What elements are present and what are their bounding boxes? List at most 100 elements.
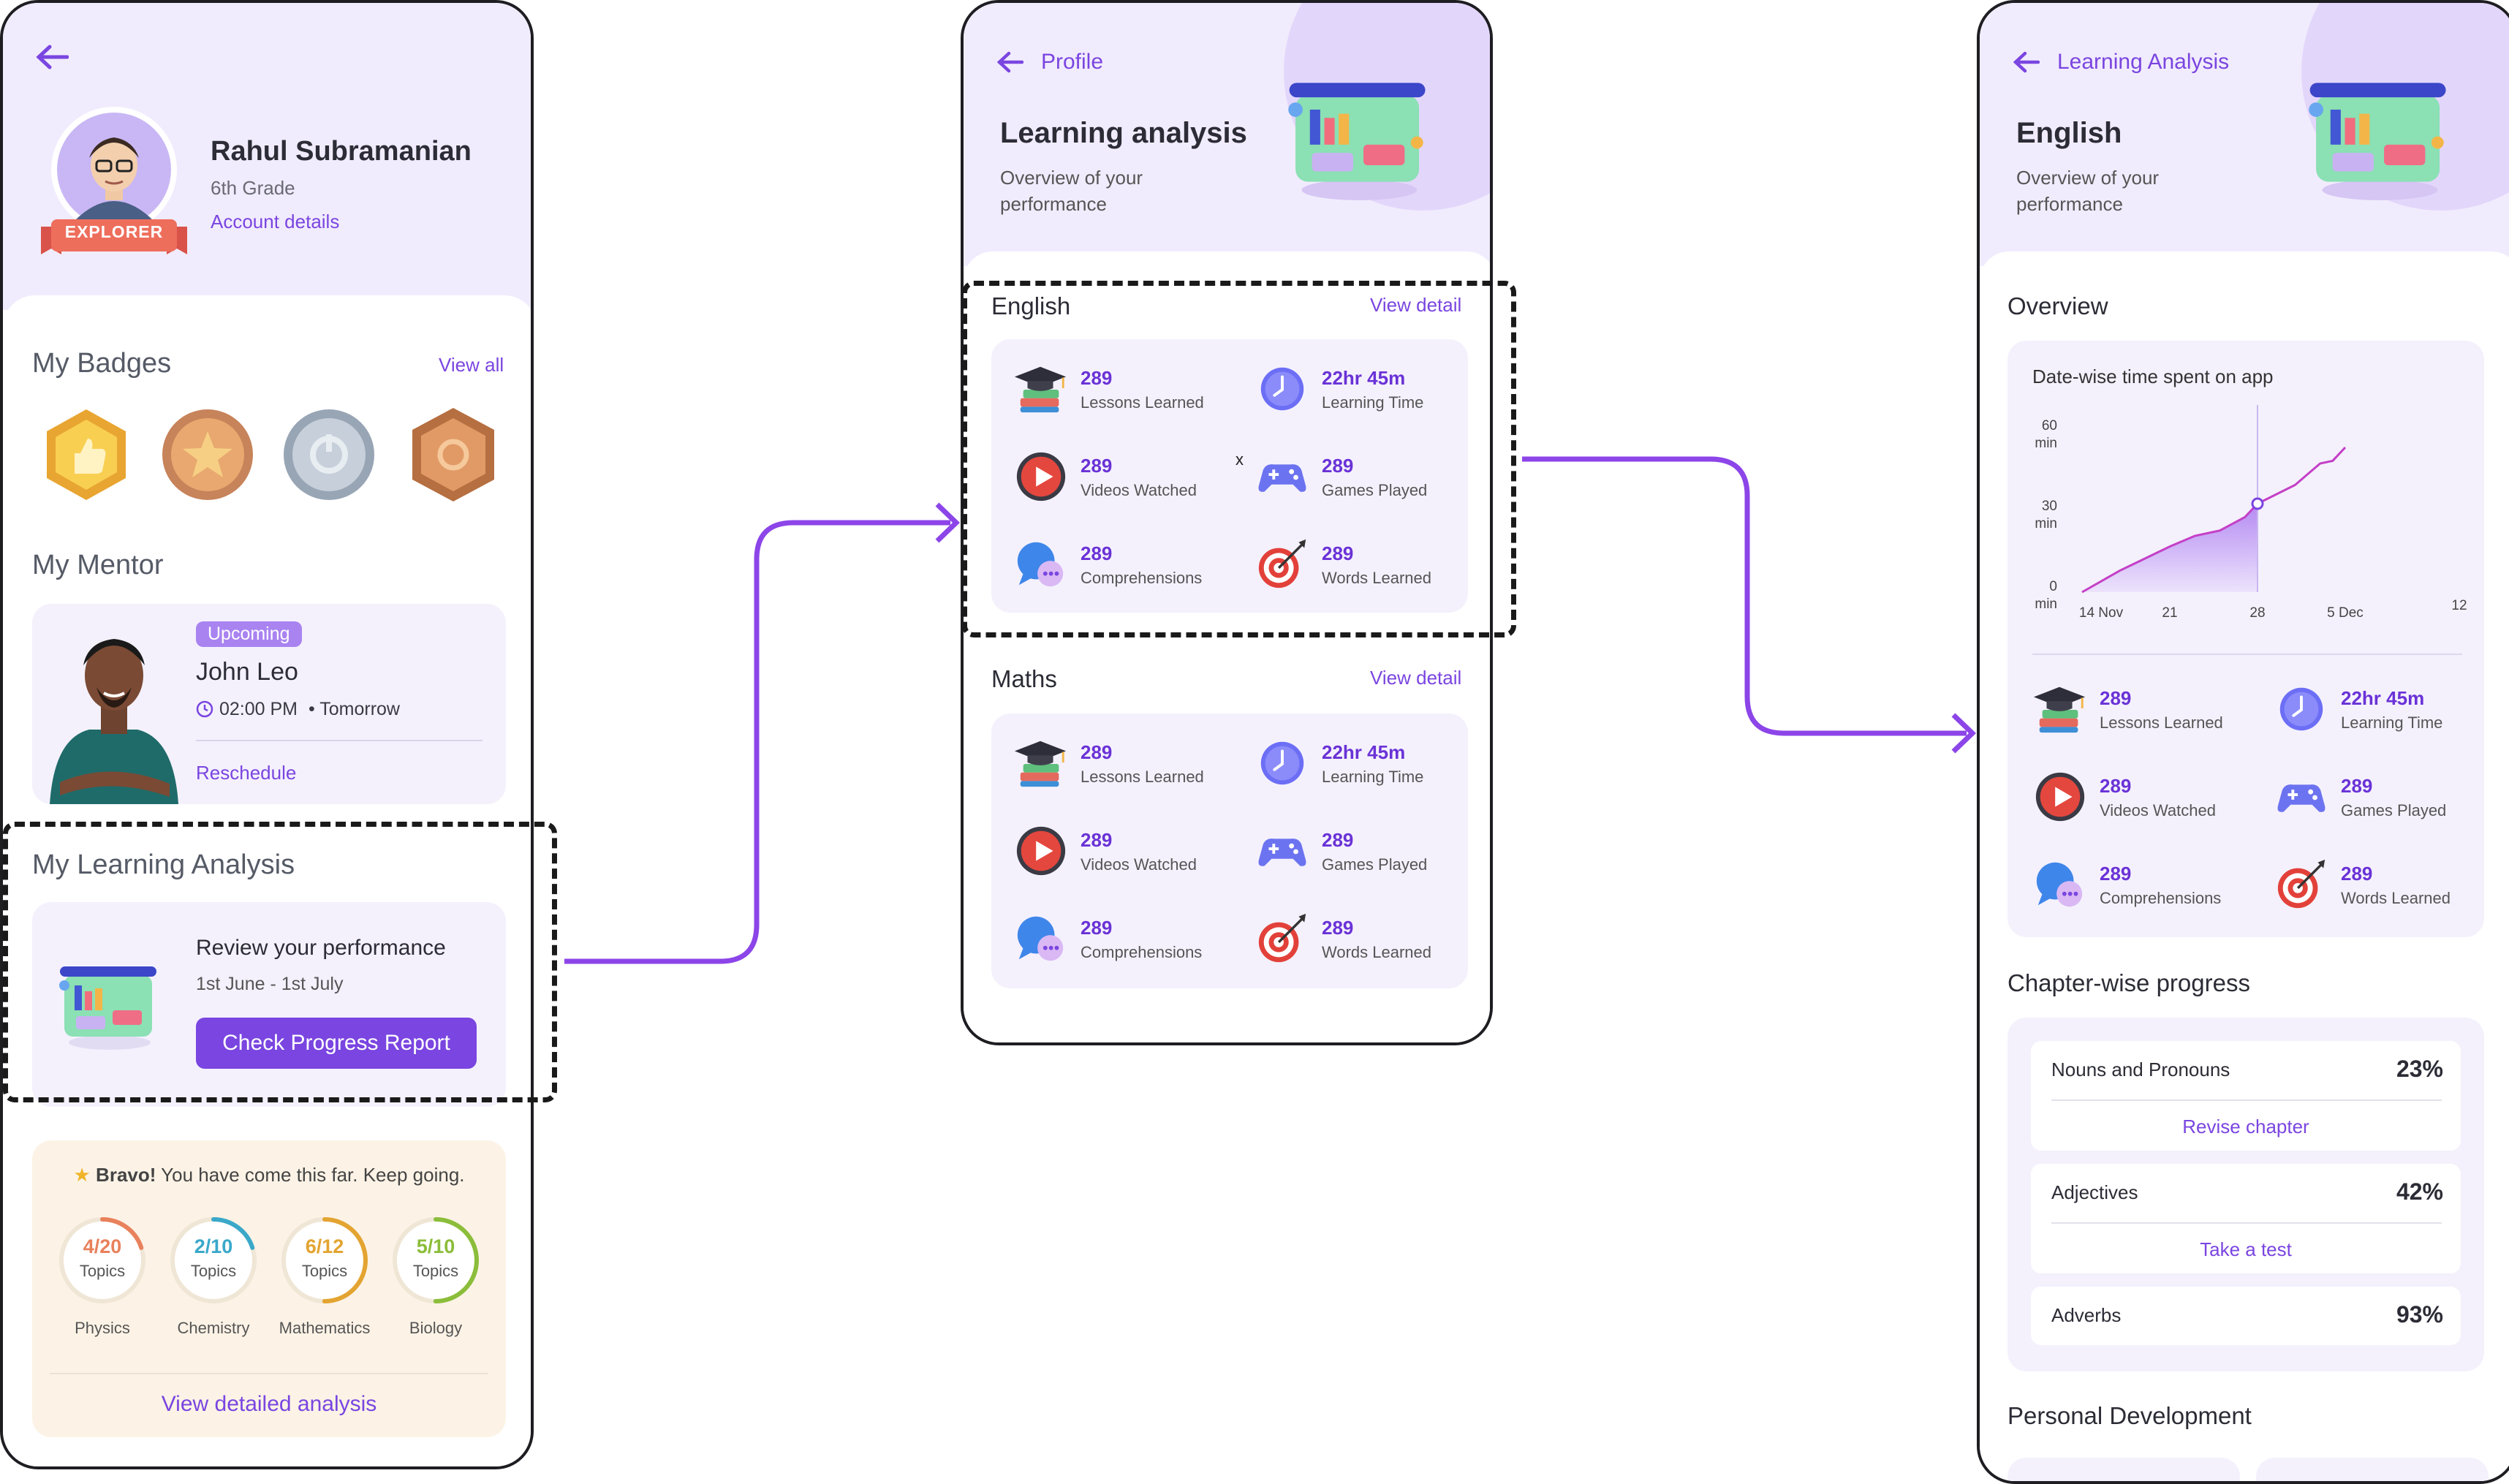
- bronze-badge-icon: [412, 408, 494, 501]
- y-tick-label: 30: [2042, 499, 2057, 514]
- chapter-name: Adjectives: [2051, 1181, 2138, 1203]
- page-title: Learning analysis: [1000, 117, 1247, 149]
- stat-value: 22hr 45m: [2341, 687, 2425, 709]
- personal-development-title: Personal Development: [2007, 1402, 2252, 1429]
- take-a-test-link[interactable]: Take a test: [2031, 1238, 2461, 1261]
- stat-label: Words Learned: [1322, 943, 1432, 961]
- bravo-divider: [50, 1373, 488, 1374]
- x-tick-label: 12: [2451, 598, 2467, 613]
- bravo-text: You have come this far. Keep going.: [161, 1164, 465, 1186]
- profile-screen: EXPLORER Rahul Subramanian 6th Grade Acc…: [0, 0, 534, 1469]
- back-arrow-icon[interactable]: [35, 44, 69, 70]
- subject-ring: [170, 1217, 257, 1303]
- stat-value: 289: [1081, 741, 1113, 763]
- view-detailed-analysis-link[interactable]: View detailed analysis: [32, 1392, 506, 1417]
- y-tick-label: 60: [2042, 418, 2057, 434]
- subject-ring: [393, 1217, 479, 1303]
- subject-topics-value: 5/10: [416, 1235, 455, 1257]
- subject-topics-value: 2/10: [194, 1235, 233, 1257]
- revise-chapter-link[interactable]: Revise chapter: [2031, 1116, 2461, 1138]
- mentor-photo: [50, 639, 178, 804]
- clock-icon: [2279, 687, 2323, 731]
- clock-small-icon: [196, 700, 213, 718]
- bravo-bold: Bravo!: [96, 1164, 156, 1186]
- subject-topics-value: 4/20: [83, 1235, 122, 1257]
- stat-label: Comprehensions: [2100, 889, 2222, 907]
- chart-area: [2082, 504, 2258, 592]
- chapter-name: Nouns and Pronouns: [2051, 1059, 2230, 1080]
- personal-card-2: [2256, 1458, 2489, 1481]
- presentation-board-icon: [2309, 83, 2446, 200]
- flow-arrow-2: [1522, 456, 1967, 736]
- chapter-name: Adverbs: [2051, 1304, 2122, 1326]
- flow-arrow-1: [564, 520, 950, 964]
- graduation-icon: [1014, 741, 1067, 787]
- reschedule-link[interactable]: Reschedule: [196, 762, 296, 784]
- x-tick-label: 5 Dec: [2327, 605, 2364, 621]
- subject-name: Biology: [409, 1319, 463, 1337]
- subject-name: Chemistry: [177, 1319, 250, 1337]
- chapter-percent: 42%: [2396, 1178, 2443, 1205]
- x-tick-label: 14 Nov: [2079, 605, 2124, 621]
- highlight-learning-analysis: [3, 822, 557, 1102]
- subject-ring: [281, 1217, 368, 1303]
- stat-label: Videos Watched: [1081, 855, 1197, 874]
- stat-label: Comprehensions: [1081, 943, 1203, 961]
- stat-label: Games Played: [1322, 855, 1428, 874]
- upcoming-badge: Upcoming: [196, 621, 302, 647]
- presentation-board-icon: [1288, 83, 1426, 200]
- bravo-message: ★ Bravo! You have come this far. Keep go…: [32, 1164, 506, 1186]
- stat-value: 289: [1322, 917, 1354, 939]
- mentor-time: 02:00 PM: [219, 699, 298, 719]
- back-arrow-icon[interactable]: [2013, 51, 2040, 73]
- gamepad-icon: [2277, 784, 2326, 812]
- chat-icon: [1017, 916, 1064, 961]
- page-subtitle-2: performance: [1000, 193, 1107, 215]
- back-arrow-icon[interactable]: [997, 51, 1023, 73]
- stat-label: Words Learned: [2341, 889, 2451, 907]
- avatar-illustration: [57, 113, 171, 227]
- y-tick-unit: min: [2035, 436, 2057, 451]
- star-icon: ★: [73, 1164, 91, 1186]
- subject-topics-unit: Topics: [301, 1262, 348, 1280]
- subject-topics-value: 6/12: [305, 1235, 344, 1257]
- star-badge-icon: [162, 409, 253, 500]
- mentor-divider: [196, 740, 482, 741]
- subject-name: Physics: [75, 1319, 130, 1337]
- stat-value: 289: [1081, 829, 1113, 851]
- subject-name: Mathematics: [279, 1319, 371, 1337]
- stat-value: 289: [2100, 775, 2132, 797]
- personal-card-1: [2007, 1458, 2240, 1481]
- highlight-english-section: [962, 281, 1516, 637]
- overview-title: Overview: [2007, 292, 2108, 319]
- account-details-link[interactable]: Account details: [211, 211, 339, 233]
- stat-label: Videos Watched: [2100, 801, 2216, 819]
- subject-topics-unit: Topics: [190, 1262, 237, 1280]
- explorer-rank-badge: EXPLORER: [41, 216, 187, 259]
- play-icon: [1016, 826, 1066, 876]
- chart-highlight-point[interactable]: [2251, 497, 2264, 510]
- rank-badge-label: EXPLORER: [64, 222, 164, 241]
- play-icon: [2035, 772, 2085, 822]
- clock-icon: [1260, 741, 1304, 785]
- maths-view-detail-link[interactable]: View detail: [1370, 667, 1461, 689]
- view-all-badges-link[interactable]: View all: [439, 354, 504, 376]
- stat-value: 22hr 45m: [1322, 741, 1406, 763]
- back-label[interactable]: Profile: [1041, 50, 1103, 75]
- stat-label: Lessons Learned: [2100, 713, 2223, 732]
- x-tick-label: 28: [2249, 605, 2265, 621]
- english-analysis-screen: Learning Analysis English Overview of yo…: [1977, 0, 2509, 1484]
- user-name: Rahul Subramanian: [211, 136, 472, 167]
- stat-value: 289: [2100, 687, 2132, 709]
- back-label[interactable]: Learning Analysis: [2057, 50, 2229, 75]
- stat-value: 289: [1081, 917, 1113, 939]
- subject-topics-unit: Topics: [412, 1262, 459, 1280]
- target-icon: [2277, 859, 2326, 909]
- chapter-divider: [2051, 1222, 2442, 1224]
- chat-icon: [2036, 862, 2083, 907]
- time-spent-chart: 60 min 30 min 0 min 14 Nov 21 28 5 Dec 12: [2035, 405, 2467, 621]
- chapter-percent: 93%: [2396, 1301, 2443, 1328]
- mentor-title: My Mentor: [32, 550, 164, 580]
- stat-value: 289: [2341, 863, 2373, 885]
- maths-section-title: Maths: [991, 665, 1057, 692]
